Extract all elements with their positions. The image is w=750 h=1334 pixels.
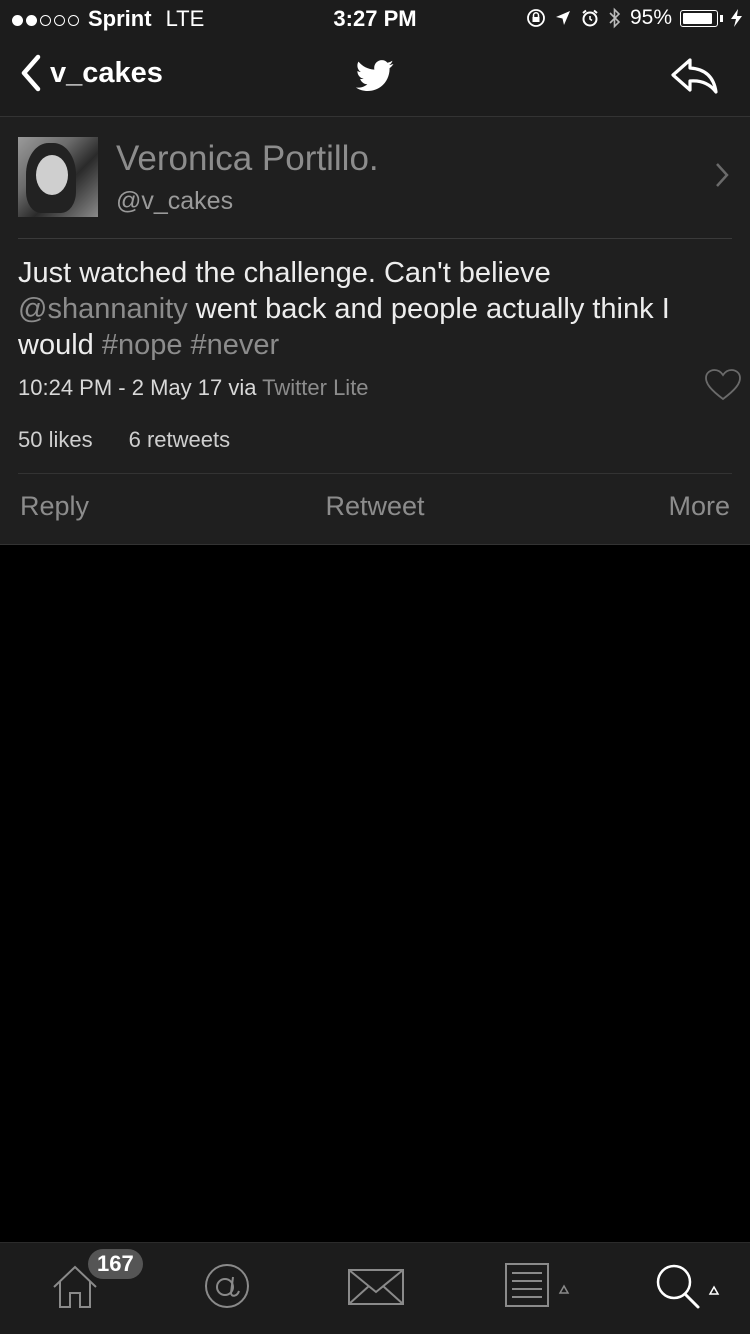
battery-percent: 95% — [629, 6, 672, 29]
retweet-button[interactable]: Retweet — [325, 491, 424, 521]
tab-search[interactable] — [652, 1261, 724, 1316]
likes-count[interactable]: 50 likes — [18, 427, 93, 453]
more-button[interactable]: More — [668, 491, 730, 522]
heart-icon[interactable] — [704, 368, 742, 402]
chevron-right-icon — [716, 163, 729, 187]
back-button[interactable]: v_cakes — [20, 54, 163, 92]
tab-bar: 167 — [0, 1242, 750, 1334]
lists-icon — [505, 1263, 570, 1307]
nav-bar: v_cakes — [0, 38, 750, 117]
status-right: 95% — [526, 6, 742, 30]
search-icon — [656, 1264, 720, 1309]
tweet-actions: Reply Retweet More — [0, 491, 750, 531]
tab-lists[interactable] — [504, 1261, 576, 1316]
tab-messages[interactable] — [347, 1261, 405, 1316]
profile-name: Veronica Portillo. — [116, 139, 379, 178]
mentions-icon — [205, 1264, 249, 1308]
messages-icon — [348, 1269, 404, 1305]
orientation-lock-icon — [527, 9, 545, 27]
mention-link[interactable]: @shannanity — [18, 293, 188, 325]
divider — [18, 238, 732, 239]
hashtag-link[interactable]: #never — [191, 329, 280, 361]
retweets-count[interactable]: 6 retweets — [129, 427, 231, 453]
tweet-text: Just watched the challenge. Can't believ… — [18, 255, 728, 363]
tweet-meta: 10:24 PM - 2 May 17 via Twitter Lite — [18, 375, 369, 401]
tweet-timestamp: 10:24 PM - 2 May 17 via — [18, 375, 263, 400]
back-label: v_cakes — [50, 56, 163, 89]
tab-mentions[interactable] — [202, 1261, 252, 1316]
hashtag-link[interactable]: #nope — [102, 329, 183, 361]
bluetooth-icon — [609, 7, 621, 29]
alarm-icon — [582, 9, 598, 27]
battery-tip — [720, 14, 723, 22]
profile-row[interactable]: Veronica Portillo. @v_cakes — [0, 117, 750, 238]
location-icon — [555, 11, 570, 25]
reply-arrow-icon[interactable] — [670, 56, 720, 96]
battery-icon — [680, 9, 718, 27]
twitter-bird-icon — [355, 60, 394, 92]
home-badge: 167 — [88, 1249, 143, 1279]
tweet-text-part1: Just watched the challenge. Can't believ… — [18, 257, 551, 289]
chevron-left-icon — [21, 54, 41, 92]
status-bar: Sprint LTE 3:27 PM 95% — [0, 0, 750, 38]
avatar — [18, 137, 98, 217]
via-app-link[interactable]: Twitter Lite — [262, 375, 368, 400]
engagement-counts: 50 likes 6 retweets — [18, 427, 230, 453]
tweet-detail: Veronica Portillo. @v_cakes Just watched… — [0, 117, 750, 545]
charging-icon — [731, 9, 742, 27]
divider — [18, 473, 732, 474]
profile-handle: @v_cakes — [116, 187, 234, 215]
